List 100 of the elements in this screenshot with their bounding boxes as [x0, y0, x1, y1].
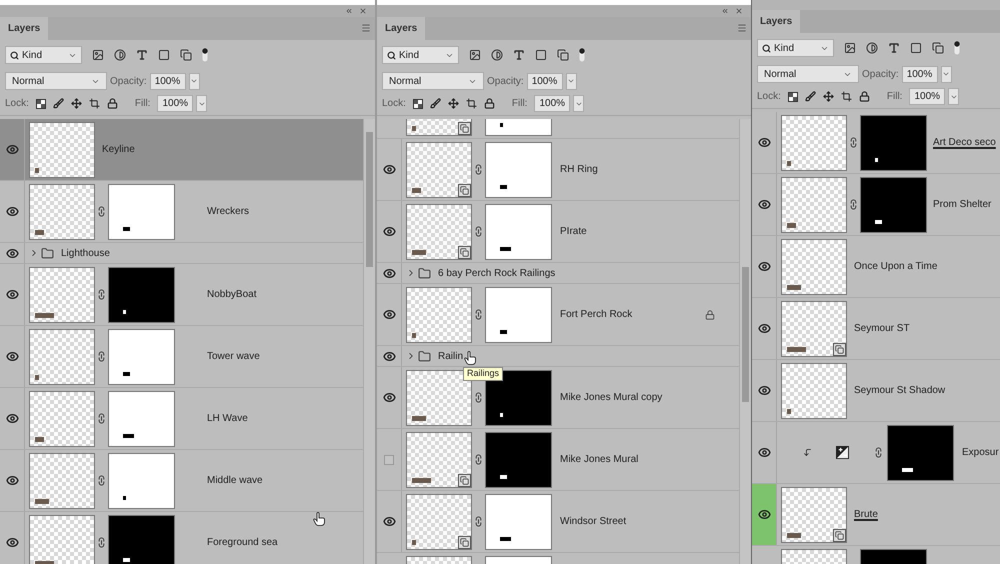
type-filter-icon[interactable]	[513, 49, 525, 61]
layers-tab[interactable]: Layers	[377, 17, 426, 40]
crop-icon[interactable]	[88, 98, 100, 109]
layers-tab[interactable]: Layers	[752, 10, 800, 33]
layer-row[interactable]: Seymour St Shadow	[752, 360, 1000, 422]
filter-dropdown[interactable]: Kind	[757, 39, 834, 57]
eye-icon	[382, 225, 396, 238]
link-icon[interactable]	[473, 226, 484, 237]
layer-group-row[interactable]: Lighthouse	[0, 243, 363, 264]
layer-group-row[interactable]: 6 bay Perch Rock Railings	[377, 263, 739, 284]
link-icon[interactable]	[473, 392, 484, 403]
hidden-checkbox[interactable]	[384, 454, 394, 464]
layer-row[interactable]: NobbyBoat	[0, 264, 363, 326]
filter-dropdown[interactable]: Kind	[382, 46, 459, 64]
panel-menu-icon[interactable]	[737, 23, 747, 33]
link-icon[interactable]	[473, 516, 484, 527]
scrollbar-thumb[interactable]	[742, 267, 749, 402]
link-icon[interactable]	[96, 475, 107, 486]
fill-field[interactable]: 100%	[157, 95, 194, 112]
panel-menu-icon[interactable]	[361, 23, 371, 33]
smart-object-filter-icon[interactable]	[557, 49, 569, 61]
blend-mode-dropdown[interactable]: Normal	[382, 72, 484, 90]
eye-icon	[382, 515, 396, 528]
layer-row[interactable]: Seymour ST	[752, 298, 1000, 360]
filter-toggle-icon[interactable]	[954, 41, 960, 55]
blend-mode-dropdown[interactable]: Normal	[5, 72, 107, 90]
lock-all-icon[interactable]	[106, 98, 118, 109]
scrollbar[interactable]	[363, 119, 375, 564]
opacity-field[interactable]: 100%	[902, 66, 938, 82]
layer-row[interactable]: Art Deco seco	[752, 112, 1000, 174]
link-icon[interactable]	[96, 413, 107, 424]
type-filter-icon[interactable]	[888, 42, 900, 54]
collapse-icon[interactable]	[345, 7, 353, 15]
brush-icon[interactable]	[52, 98, 64, 109]
pixel-filter-icon[interactable]	[92, 49, 104, 61]
layer-row[interactable]: Windsor Street	[377, 491, 739, 553]
fill-field[interactable]: 100%	[909, 88, 946, 105]
layer-row[interactable]: Fort Perch Rock	[377, 284, 739, 346]
fill-field[interactable]: 100%	[534, 95, 570, 112]
shape-filter-icon[interactable]	[910, 42, 922, 54]
close-icon[interactable]	[735, 7, 743, 15]
adjustment-layer-row[interactable]: Exposur	[752, 422, 1000, 484]
layer-row[interactable]: Keyline	[0, 119, 363, 181]
shape-filter-icon[interactable]	[158, 49, 170, 61]
smart-object-filter-icon[interactable]	[932, 42, 944, 54]
visibility-cell[interactable]	[752, 484, 777, 545]
layer-row[interactable]: Middle wave	[0, 450, 363, 512]
scrollbar[interactable]	[739, 119, 751, 564]
pixel-filter-icon[interactable]	[844, 42, 856, 54]
smart-object-filter-icon[interactable]	[180, 49, 192, 61]
move-icon[interactable]	[448, 98, 459, 109]
layers-tab[interactable]: Layers	[0, 17, 48, 40]
layer-row[interactable]: Mike Jones Mural	[377, 429, 739, 491]
scrollbar-thumb[interactable]	[366, 132, 373, 267]
link-icon[interactable]	[96, 289, 107, 300]
shape-filter-icon[interactable]	[535, 49, 547, 61]
crop-icon[interactable]	[840, 91, 852, 102]
type-filter-icon[interactable]	[136, 49, 148, 61]
lock-all-icon[interactable]	[858, 91, 870, 102]
filter-toggle-icon[interactable]	[202, 48, 208, 62]
layer-row[interactable]: RH Ring	[377, 139, 739, 201]
move-icon[interactable]	[70, 98, 82, 109]
filter-toggle-icon[interactable]	[579, 48, 585, 62]
mask-fragment	[500, 122, 503, 126]
layer-row[interactable]: Brute	[752, 484, 1000, 546]
layer-row[interactable]: Wreckers	[0, 181, 363, 243]
collapse-icon[interactable]	[721, 7, 729, 15]
link-icon[interactable]	[473, 309, 484, 320]
blend-mode-dropdown[interactable]: Normal	[757, 65, 859, 83]
brush-icon[interactable]	[430, 98, 441, 109]
layer-group-row[interactable]: Railin	[377, 346, 739, 367]
layer-row[interactable]: LH Wave	[0, 388, 363, 450]
lock-all-icon[interactable]	[484, 98, 495, 109]
link-icon[interactable]	[96, 351, 107, 362]
layer-row[interactable]: Tower wave	[0, 326, 363, 388]
lock-transparency-icon[interactable]	[412, 98, 423, 108]
opacity-field[interactable]: 100%	[150, 72, 186, 90]
link-icon[interactable]	[96, 206, 107, 217]
link-icon[interactable]	[848, 199, 859, 210]
lock-transparency-icon[interactable]	[788, 92, 798, 102]
lock-transparency-icon[interactable]	[36, 98, 46, 108]
close-icon[interactable]	[359, 7, 367, 15]
adjustment-filter-icon[interactable]	[491, 49, 503, 61]
link-icon[interactable]	[473, 454, 484, 465]
filter-dropdown[interactable]: Kind	[5, 46, 82, 64]
adjustment-filter-icon[interactable]	[114, 49, 126, 61]
opacity-field[interactable]: 100%	[526, 72, 563, 90]
layer-row[interactable]: Prom Shelter	[752, 174, 1000, 236]
eye-icon	[6, 350, 18, 363]
link-icon[interactable]	[848, 137, 859, 148]
link-icon[interactable]	[873, 447, 884, 458]
layer-row[interactable]: PIrate	[377, 201, 739, 263]
link-icon[interactable]	[473, 164, 484, 175]
move-icon[interactable]	[822, 91, 834, 102]
brush-icon[interactable]	[804, 91, 816, 102]
crop-icon[interactable]	[466, 98, 477, 109]
adjustment-filter-icon[interactable]	[866, 42, 878, 54]
pixel-filter-icon[interactable]	[469, 49, 481, 61]
layer-row[interactable]: Once Upon a Time	[752, 236, 1000, 298]
link-icon[interactable]	[96, 537, 107, 548]
